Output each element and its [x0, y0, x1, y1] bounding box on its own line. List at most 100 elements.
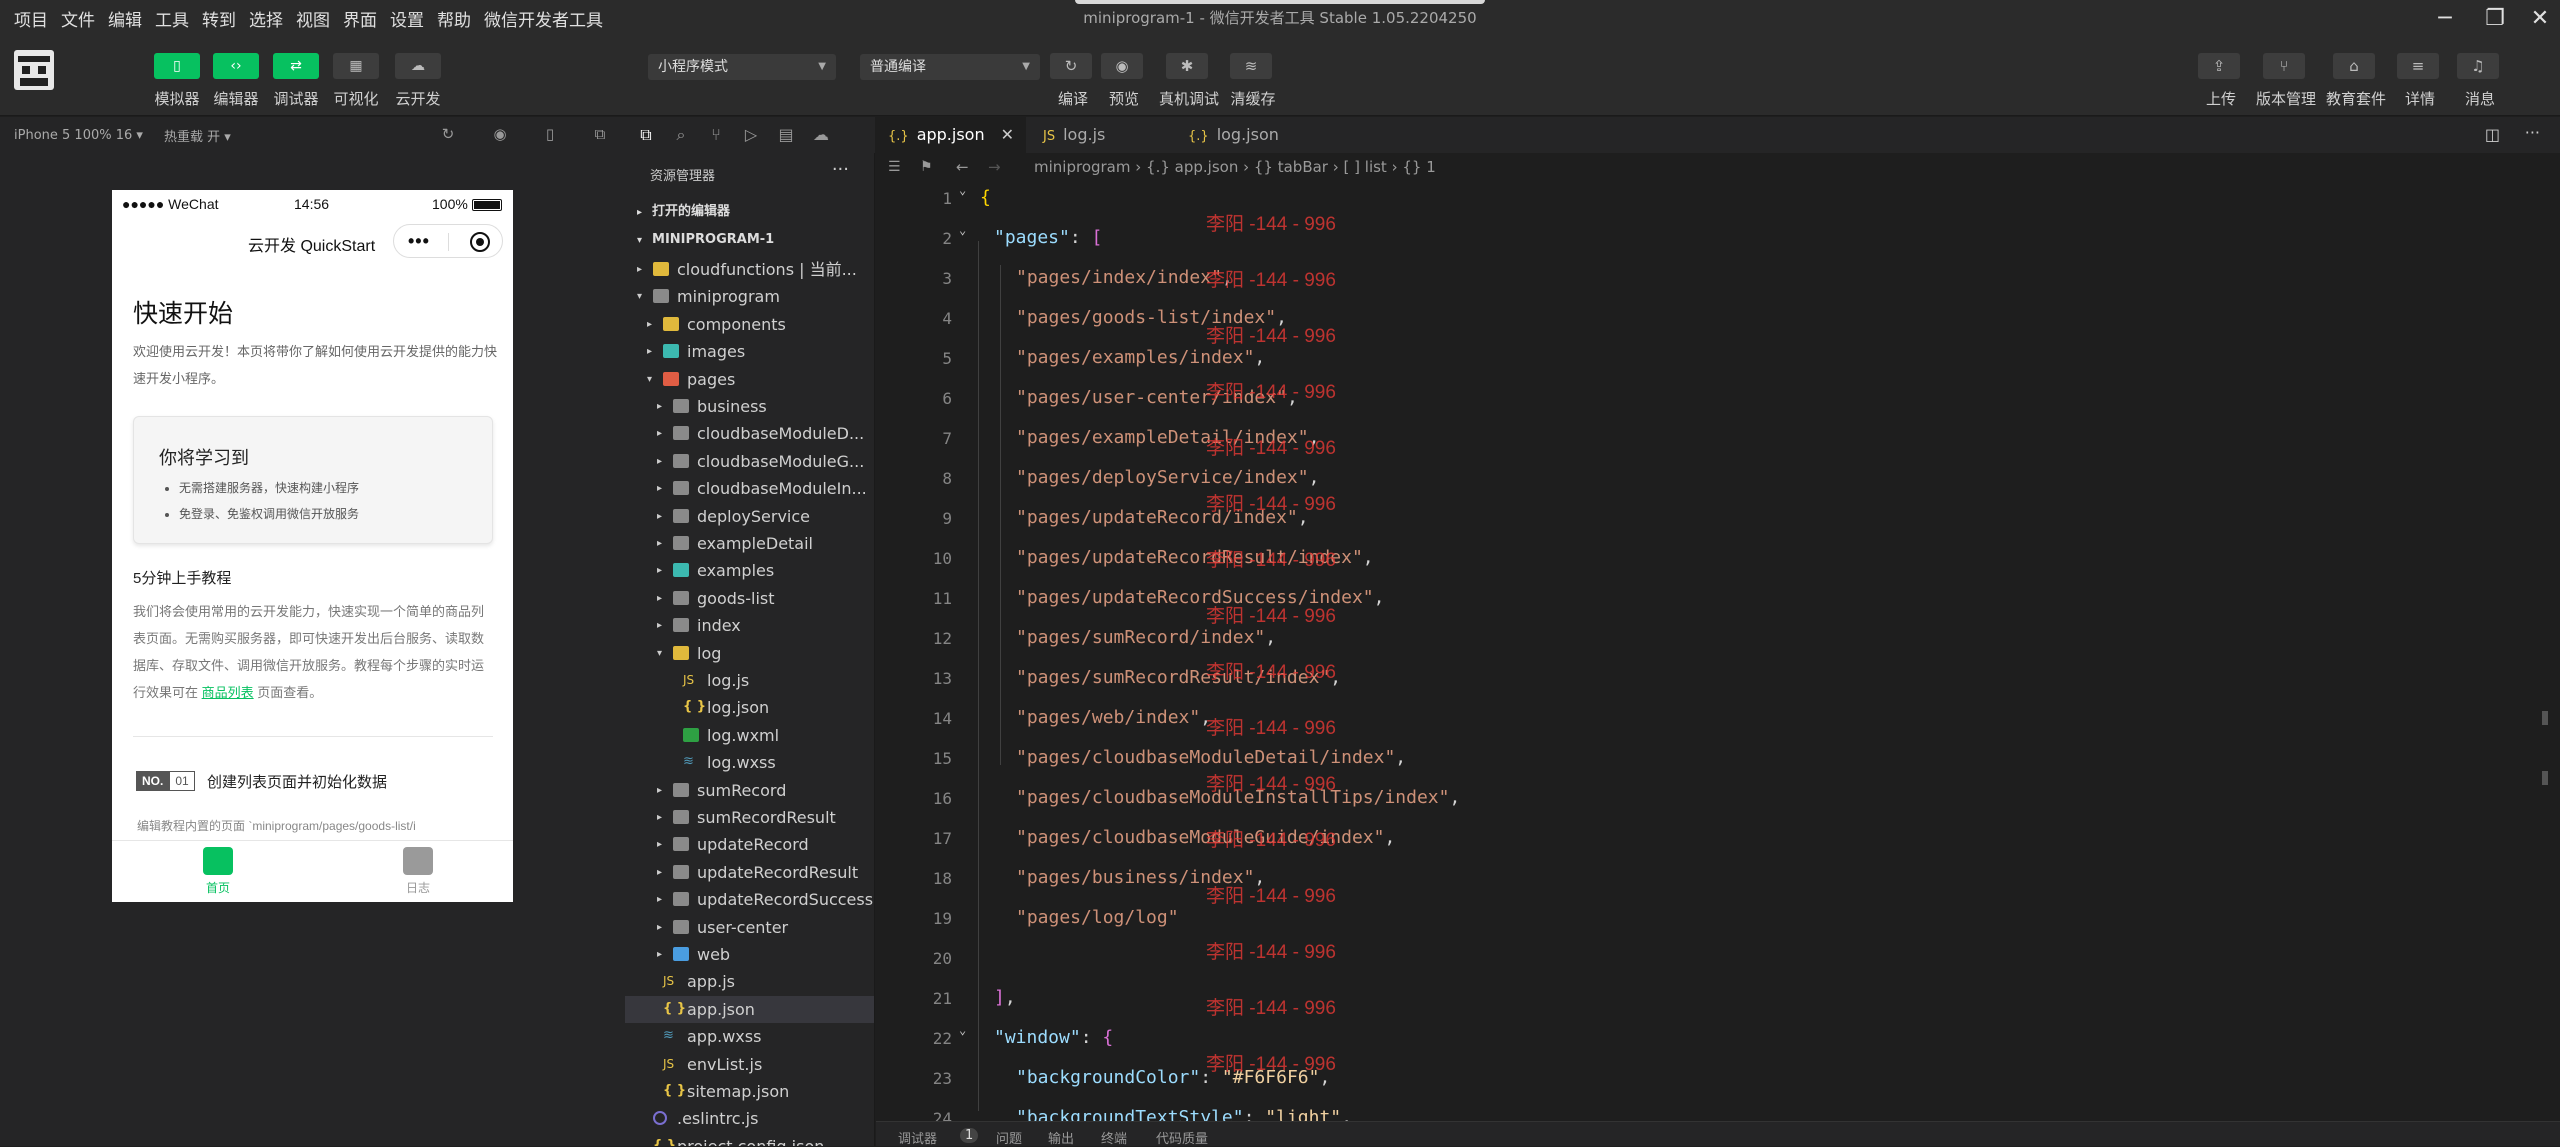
search-icon[interactable]: ⌕: [670, 125, 692, 147]
layout-button[interactable]: ▦: [333, 53, 379, 79]
editor-tab[interactable]: {.} app.json ✕: [876, 117, 1026, 153]
chevron-icon[interactable]: ▸: [637, 256, 642, 283]
graduation-button[interactable]: ⌂: [2333, 53, 2375, 79]
project-section[interactable]: ▾ MINIPROGRAM-1: [625, 227, 874, 253]
chevron-icon[interactable]: ▸: [647, 338, 652, 365]
tree-item[interactable]: ▸ updateRecord: [625, 831, 874, 858]
more-icon[interactable]: •••: [408, 231, 430, 252]
editor-tab[interactable]: {.} log.json: [1176, 117, 1316, 153]
tree-item[interactable]: { } app.json: [625, 995, 874, 1023]
code-button[interactable]: ‹›: [213, 53, 259, 79]
tree-item[interactable]: ▸ sumRecordResult: [625, 804, 874, 831]
tree-item[interactable]: ▸ components: [625, 311, 874, 338]
phone-icon[interactable]: ▯: [540, 125, 560, 145]
tree-item[interactable]: ▸ goods-list: [625, 585, 874, 612]
more-icon[interactable]: ···: [2525, 123, 2540, 142]
debug-icon[interactable]: ▷: [740, 125, 762, 147]
panel-tab[interactable]: 代码质量: [1156, 1128, 1208, 1147]
breadcrumb-item[interactable]: {.} app.json: [1146, 158, 1238, 176]
compile-select[interactable]: 普通编译 ▼: [860, 54, 1040, 80]
fold-icon[interactable]: ⌄: [959, 223, 966, 237]
forward-icon[interactable]: →: [988, 153, 1001, 181]
menu-item[interactable]: 设置: [390, 6, 424, 31]
list-icon[interactable]: ☰: [888, 153, 901, 181]
rotate-icon[interactable]: ↻: [438, 125, 458, 145]
back-icon[interactable]: ←: [956, 153, 969, 181]
goods-list-link[interactable]: 商品列表: [202, 685, 254, 700]
cloud-icon[interactable]: ☁: [810, 125, 832, 147]
chevron-icon[interactable]: ▸: [657, 420, 662, 447]
more-icon[interactable]: ···: [832, 159, 849, 180]
restore-icon[interactable]: ❐: [2470, 0, 2520, 36]
panel-tab[interactable]: 输出: [1048, 1128, 1074, 1147]
tree-item[interactable]: ▾ miniprogram: [625, 283, 874, 310]
tree-item[interactable]: log.wxml: [625, 722, 874, 749]
chevron-icon[interactable]: ▸: [657, 393, 662, 420]
tree-item[interactable]: ▸ updateRecordResult: [625, 859, 874, 886]
tree-item[interactable]: ▸ index: [625, 612, 874, 639]
close-icon[interactable]: ✕: [1001, 125, 1014, 144]
tree-item[interactable]: ▸ cloudbaseModuleG...: [625, 448, 874, 475]
breadcrumb-item[interactable]: {} 1: [1402, 158, 1435, 176]
menu-item[interactable]: 帮助: [437, 6, 471, 31]
panel-tab[interactable]: 1: [960, 1128, 979, 1143]
layers-button[interactable]: ≋: [1230, 53, 1272, 79]
chevron-icon[interactable]: ▸: [657, 804, 662, 831]
breadcrumb-item[interactable]: [ ] list: [1344, 158, 1387, 176]
sliders-button[interactable]: ⇄: [273, 53, 319, 79]
files-icon[interactable]: ⧉: [635, 125, 657, 147]
menu-item[interactable]: 工具: [155, 6, 189, 31]
source-control-icon[interactable]: ⑂: [705, 125, 727, 147]
mode-select[interactable]: 小程序模式 ▼: [648, 54, 836, 80]
chevron-icon[interactable]: ▾: [647, 366, 652, 393]
bookmark-icon[interactable]: ⚑: [920, 153, 933, 181]
chevron-icon[interactable]: ▸: [657, 448, 662, 475]
menu-item[interactable]: 选择: [249, 6, 283, 31]
cloud-button[interactable]: ☁: [395, 53, 441, 79]
tree-item[interactable]: { } sitemap.json: [625, 1078, 874, 1105]
avatar[interactable]: [14, 50, 54, 90]
tree-item[interactable]: ▸ user-center: [625, 914, 874, 941]
bell-button[interactable]: ♫: [2457, 53, 2499, 79]
hot-reload-toggle[interactable]: 热重载 开 ▾: [164, 126, 231, 145]
chevron-icon[interactable]: ▸: [657, 859, 662, 886]
phone-button[interactable]: ▯: [154, 53, 200, 79]
tree-item[interactable]: ▸ cloudfunctions | 当前...: [625, 256, 874, 283]
panel-tab[interactable]: 问题: [996, 1128, 1022, 1147]
chevron-icon[interactable]: ▸: [657, 914, 662, 941]
eye-button[interactable]: ◉: [1101, 53, 1143, 79]
tree-item[interactable]: ▸ examples: [625, 557, 874, 584]
menu-item[interactable]: 微信开发者工具: [484, 6, 603, 31]
chevron-icon[interactable]: ▾: [637, 283, 642, 310]
tree-item[interactable]: ≋ app.wxss: [625, 1023, 874, 1050]
upload-button[interactable]: ⇪: [2198, 53, 2240, 79]
panel-tab[interactable]: 终端: [1101, 1128, 1127, 1147]
refresh-button[interactable]: ↻: [1050, 53, 1092, 79]
menu-item[interactable]: 视图: [296, 6, 330, 31]
bug-button[interactable]: ✱: [1166, 53, 1208, 79]
capsule-menu[interactable]: •••: [393, 224, 503, 258]
tree-item[interactable]: ▾ log: [625, 640, 874, 667]
fold-icon[interactable]: ⌄: [959, 183, 966, 197]
fold-icon[interactable]: ⌄: [959, 1023, 966, 1037]
chevron-icon[interactable]: ▸: [657, 941, 662, 968]
detach-icon[interactable]: ⧉: [590, 125, 610, 145]
chevron-icon[interactable]: ▸: [657, 777, 662, 804]
tree-item[interactable]: { }project.config.json: [625, 1133, 874, 1146]
tree-item[interactable]: ▸ cloudbaseModuleD...: [625, 420, 874, 447]
minimize-icon[interactable]: ─: [2420, 0, 2470, 36]
tree-item[interactable]: .eslintrc.js: [625, 1105, 874, 1132]
tree-item[interactable]: ▸ sumRecord: [625, 777, 874, 804]
menu-button[interactable]: ≡: [2397, 53, 2439, 79]
tree-item[interactable]: ▾ pages: [625, 366, 874, 393]
tree-item[interactable]: JS envList.js: [625, 1051, 874, 1078]
tree-item[interactable]: ▸ business: [625, 393, 874, 420]
chevron-icon[interactable]: ▸: [647, 311, 652, 338]
chevron-icon[interactable]: ▸: [657, 557, 662, 584]
tab-home[interactable]: 首页: [168, 847, 268, 896]
tree-item[interactable]: ▸ exampleDetail: [625, 530, 874, 557]
chevron-icon[interactable]: ▸: [657, 503, 662, 530]
menu-item[interactable]: 编辑: [108, 6, 142, 31]
chevron-icon[interactable]: ▸: [657, 475, 662, 502]
breadcrumb-item[interactable]: {} tabBar: [1254, 158, 1328, 176]
